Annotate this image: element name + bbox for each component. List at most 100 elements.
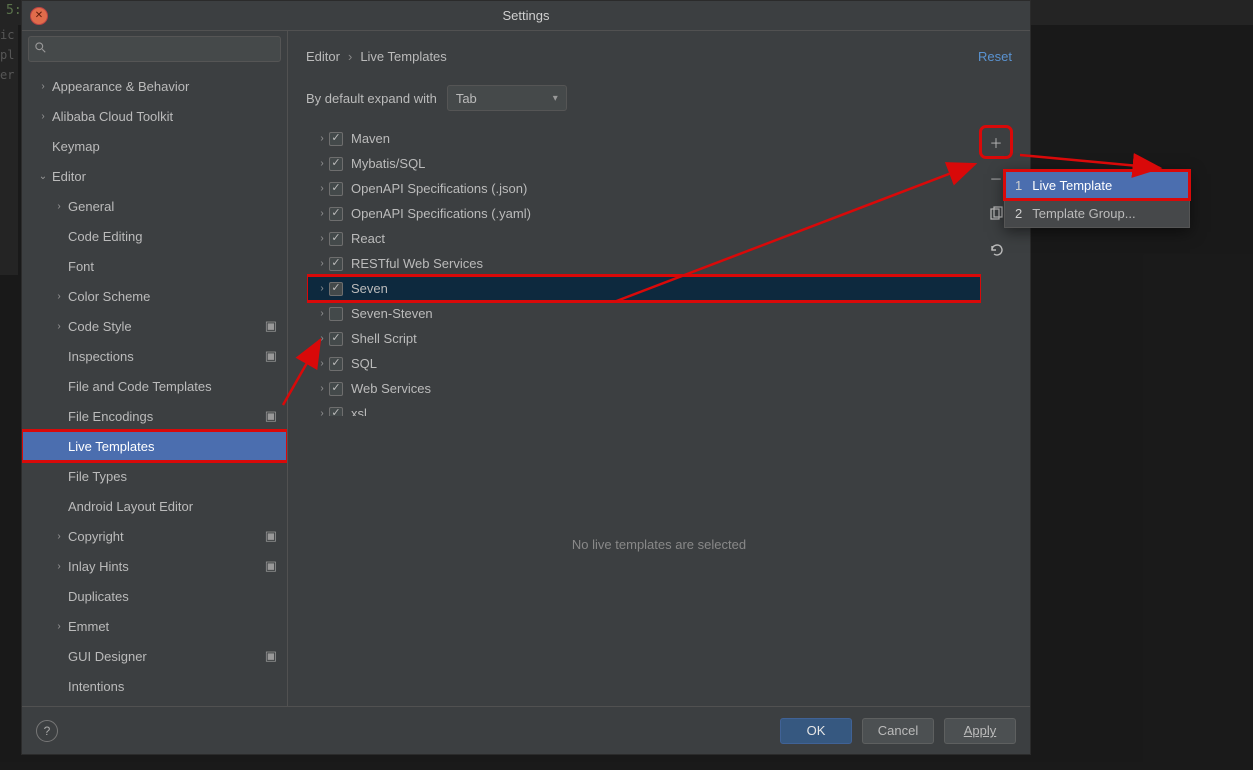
group-checkbox[interactable] — [329, 282, 343, 296]
chevron-right-icon[interactable]: › — [315, 183, 329, 194]
group-row-mybatis-sql[interactable]: ›Mybatis/SQL — [307, 151, 981, 176]
chevron-right-icon[interactable]: › — [315, 158, 329, 169]
tree-item-label: Code Style — [68, 319, 132, 334]
gear-icon: ▣ — [265, 408, 277, 424]
chevron-right-icon[interactable]: › — [315, 333, 329, 344]
tree-item-copyright[interactable]: ›Copyright▣ — [22, 521, 287, 551]
tree-item-label: Android Layout Editor — [68, 499, 193, 514]
tree-item-code-editing[interactable]: Code Editing — [22, 221, 287, 251]
revert-button[interactable] — [984, 238, 1008, 262]
settings-search-input[interactable] — [28, 36, 281, 62]
chevron-right-icon[interactable]: › — [315, 383, 329, 394]
expand-icon[interactable]: › — [50, 201, 68, 212]
chevron-right-icon[interactable]: › — [315, 258, 329, 269]
line-number: 5: — [6, 3, 22, 18]
popup-item-label: Template Group... — [1032, 206, 1135, 221]
chevron-right-icon[interactable]: › — [315, 283, 329, 294]
settings-tree[interactable]: ›Appearance & Behavior›Alibaba Cloud Too… — [22, 67, 287, 706]
group-checkbox[interactable] — [329, 332, 343, 346]
tree-item-code-style[interactable]: ›Code Style▣ — [22, 311, 287, 341]
group-row-seven[interactable]: ›Seven — [307, 276, 981, 301]
tree-item-label: Appearance & Behavior — [52, 79, 189, 94]
tree-item-color-scheme[interactable]: ›Color Scheme — [22, 281, 287, 311]
chevron-right-icon[interactable]: › — [315, 408, 329, 416]
cancel-button[interactable]: Cancel — [862, 718, 934, 744]
chevron-right-icon[interactable]: › — [315, 233, 329, 244]
tree-item-file-encodings[interactable]: File Encodings▣ — [22, 401, 287, 431]
group-checkbox[interactable] — [329, 357, 343, 371]
group-checkbox[interactable] — [329, 232, 343, 246]
gear-icon: ▣ — [265, 348, 277, 364]
group-checkbox[interactable] — [329, 257, 343, 271]
tree-item-file-types[interactable]: File Types — [22, 461, 287, 491]
expand-icon[interactable]: › — [50, 321, 68, 332]
breadcrumb-sep-icon: › — [348, 49, 352, 64]
ok-button[interactable]: OK — [780, 718, 852, 744]
group-row-maven[interactable]: ›Maven — [307, 126, 981, 151]
group-row-shell-script[interactable]: ›Shell Script — [307, 326, 981, 351]
group-label: React — [351, 231, 385, 246]
tree-item-duplicates[interactable]: Duplicates — [22, 581, 287, 611]
group-checkbox[interactable] — [329, 157, 343, 171]
template-groups-list[interactable]: ›Maven›Mybatis/SQL›OpenAPI Specification… — [307, 126, 981, 416]
tree-item-keymap[interactable]: Keymap — [22, 131, 287, 161]
tree-item-file-and-code-templates[interactable]: File and Code Templates — [22, 371, 287, 401]
tree-item-intentions[interactable]: Intentions — [22, 671, 287, 701]
popup-item-template-group-[interactable]: 2Template Group... — [1005, 199, 1189, 227]
group-checkbox[interactable] — [329, 382, 343, 396]
tree-item-label: Inspections — [68, 349, 134, 364]
chevron-right-icon[interactable]: › — [315, 208, 329, 219]
group-checkbox[interactable] — [329, 207, 343, 221]
group-row-react[interactable]: › React — [307, 226, 981, 251]
expand-icon[interactable]: › — [50, 531, 68, 542]
group-label: OpenAPI Specifications (.json) — [351, 181, 527, 196]
group-row-xsl[interactable]: ›xsl — [307, 401, 981, 416]
group-row-restful-web-services[interactable]: ›RESTful Web Services — [307, 251, 981, 276]
expand-icon[interactable]: › — [50, 291, 68, 302]
tree-item-gui-designer[interactable]: GUI Designer▣ — [22, 641, 287, 671]
tree-item-label: Duplicates — [68, 589, 129, 604]
tree-item-general[interactable]: ›General — [22, 191, 287, 221]
tree-item-live-templates[interactable]: Live Templates — [22, 431, 287, 461]
add-popup-menu[interactable]: 1Live Template2Template Group... — [1004, 170, 1190, 228]
tree-item-inspections[interactable]: Inspections ▣ — [22, 341, 287, 371]
group-row-openapi-specifications-json-[interactable]: › OpenAPI Specifications (.json) — [307, 176, 981, 201]
group-label: SQL — [351, 356, 377, 371]
tree-item-label: Font — [68, 259, 94, 274]
close-button[interactable]: ✕ — [30, 7, 48, 25]
expand-icon[interactable]: › — [50, 561, 68, 572]
tree-item-alibaba-cloud-toolkit[interactable]: ›Alibaba Cloud Toolkit — [22, 101, 287, 131]
tree-item-label: Alibaba Cloud Toolkit — [52, 109, 173, 124]
tree-item-android-layout-editor[interactable]: Android Layout Editor — [22, 491, 287, 521]
expand-icon[interactable]: › — [34, 81, 52, 92]
minus-icon: － — [989, 169, 1002, 188]
tree-item-font[interactable]: Font — [22, 251, 287, 281]
reset-link[interactable]: Reset — [978, 49, 1012, 64]
group-checkbox[interactable] — [329, 407, 343, 417]
expand-icon[interactable]: › — [34, 111, 52, 122]
tree-item-appearance-behavior[interactable]: ›Appearance & Behavior — [22, 71, 287, 101]
group-checkbox[interactable] — [329, 132, 343, 146]
breadcrumb-root[interactable]: Editor — [306, 49, 340, 64]
group-row-sql[interactable]: › SQL — [307, 351, 981, 376]
group-row-openapi-specifications-yaml-[interactable]: ›OpenAPI Specifications (.yaml) — [307, 201, 981, 226]
expand-key-dropdown[interactable]: Tab ▾ — [447, 85, 567, 111]
tree-item-inlay-hints[interactable]: ›Inlay Hints▣ — [22, 551, 287, 581]
tree-item-emmet[interactable]: ›Emmet — [22, 611, 287, 641]
help-button[interactable]: ? — [36, 720, 58, 742]
expand-icon[interactable]: › — [50, 621, 68, 632]
group-checkbox[interactable] — [329, 307, 343, 321]
tree-item-label: Code Editing — [68, 229, 142, 244]
group-row-seven-steven[interactable]: ›Seven-Steven — [307, 301, 981, 326]
group-row-web-services[interactable]: ›Web Services — [307, 376, 981, 401]
chevron-right-icon[interactable]: › — [315, 308, 329, 319]
chevron-right-icon[interactable]: › — [315, 358, 329, 369]
add-button[interactable]: ＋ — [984, 130, 1008, 154]
apply-button[interactable]: Apply — [944, 718, 1016, 744]
chevron-right-icon[interactable]: › — [315, 133, 329, 144]
tree-item-editor[interactable]: ⌄Editor — [22, 161, 287, 191]
expand-icon[interactable]: ⌄ — [34, 171, 52, 182]
popup-item-live-template[interactable]: 1Live Template — [1005, 171, 1189, 199]
group-checkbox[interactable] — [329, 182, 343, 196]
tree-item-label: Intentions — [68, 679, 124, 694]
